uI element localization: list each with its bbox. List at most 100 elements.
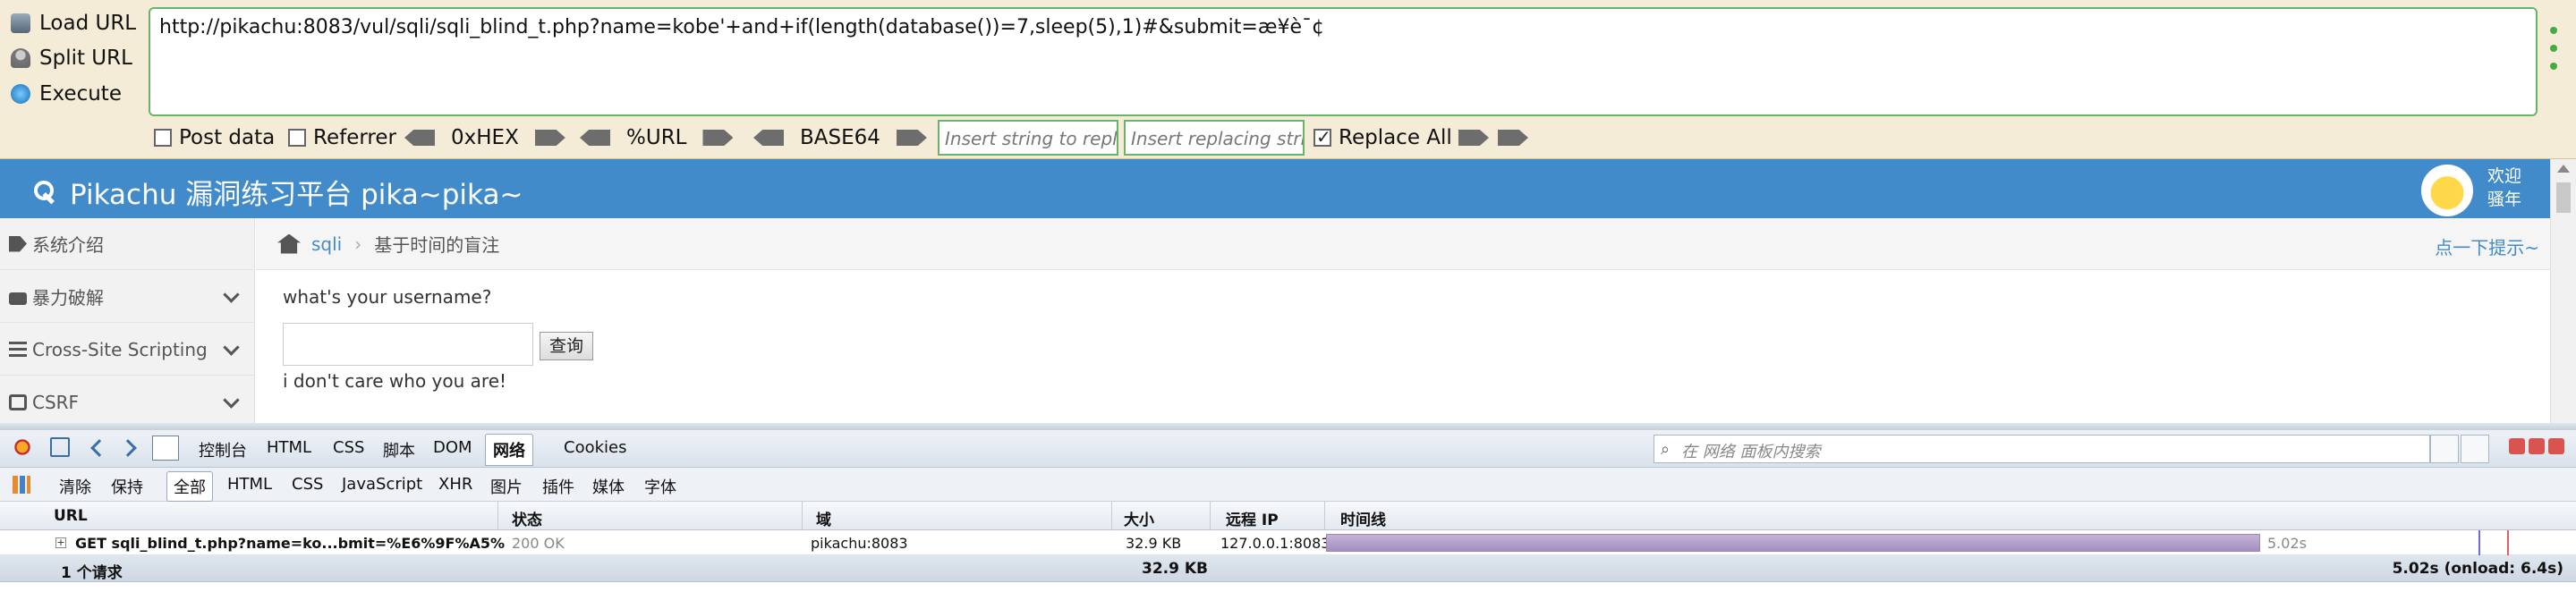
- replace-all-arrow-icon[interactable]: [1498, 130, 1528, 146]
- tab-console[interactable]: 控制台: [199, 438, 247, 461]
- filter-css[interactable]: CSS: [292, 475, 323, 494]
- filter-html[interactable]: HTML: [227, 475, 272, 494]
- base64-decode-arrow-icon[interactable]: [753, 130, 784, 146]
- column-status[interactable]: 状态: [512, 507, 542, 529]
- firebug-net-toolbar: 清除 保持 全部 HTML CSS JavaScript XHR 图片 插件 媒…: [0, 468, 2576, 502]
- split-url-button[interactable]: Split URL: [11, 42, 132, 74]
- filter-xhr[interactable]: XHR: [438, 475, 472, 494]
- close-icon[interactable]: [2548, 438, 2564, 454]
- filter-images[interactable]: 图片: [490, 475, 523, 498]
- post-data-checkbox[interactable]: [154, 129, 172, 147]
- load-url-icon: [11, 13, 30, 33]
- replace-all-checkbox[interactable]: [1314, 126, 1331, 148]
- url-decode-arrow-icon[interactable]: [580, 130, 610, 146]
- filter-plugins[interactable]: 插件: [542, 475, 574, 498]
- expand-row-icon[interactable]: +: [55, 537, 66, 548]
- minimize-icon[interactable]: [2509, 438, 2525, 454]
- replace-all-toggle[interactable]: Replace All: [1314, 122, 1452, 154]
- column-size[interactable]: 大小: [1124, 507, 1154, 529]
- sidebar-item-intro[interactable]: 系统介绍: [0, 218, 255, 270]
- search-next-button[interactable]: [2461, 435, 2489, 463]
- back-arrow-icon[interactable]: [90, 439, 108, 457]
- replacing-string-input[interactable]: Insert replacing string: [1124, 120, 1305, 156]
- devtools-splitter[interactable]: [0, 423, 2576, 430]
- detach-icon[interactable]: [2529, 438, 2545, 454]
- filter-fonts[interactable]: 字体: [644, 475, 676, 498]
- page-scrollbar[interactable]: [2550, 159, 2576, 423]
- query-button[interactable]: 查询: [540, 332, 593, 360]
- base64-label: BASE64: [800, 126, 880, 149]
- welcome-line-2: 骚年: [2487, 190, 2522, 209]
- filter-javascript[interactable]: JavaScript: [342, 475, 422, 494]
- scroll-thumb[interactable]: [2556, 182, 2571, 213]
- load-url-label: Load URL: [39, 12, 137, 35]
- query-result-text: i don't care who you are!: [283, 370, 507, 392]
- referrer-checkbox[interactable]: [288, 129, 306, 147]
- welcome-text[interactable]: 欢迎 骚年: [2487, 165, 2521, 211]
- net-panel-icon[interactable]: [13, 476, 30, 494]
- username-input[interactable]: [283, 323, 533, 366]
- persist-button[interactable]: 保持: [111, 475, 143, 498]
- base64-encoder: BASE64: [753, 122, 927, 154]
- replace-arrow-icon[interactable]: [1458, 130, 1489, 146]
- net-summary-row: 1 个请求 32.9 KB 5.02s (onload: 6.4s): [0, 555, 2576, 582]
- hint-link[interactable]: 点一下提示~: [2435, 233, 2539, 259]
- url-label: %URL: [626, 126, 687, 149]
- column-timeline[interactable]: 时间线: [1340, 507, 1386, 529]
- hex-label: 0xHEX: [451, 126, 519, 149]
- sidebar-item-xss[interactable]: Cross-Site Scripting: [0, 324, 255, 376]
- sidebar-item-csrf[interactable]: CSRF: [0, 376, 255, 428]
- url-encode-arrow-icon[interactable]: [702, 130, 734, 146]
- sidebar-item-label: 暴力破解: [32, 287, 104, 309]
- replace-string-input[interactable]: Insert string to replace: [938, 120, 1118, 156]
- load-url-button[interactable]: Load URL: [11, 7, 136, 39]
- request-url[interactable]: GET sqli_blind_t.php?name=ko...bmit=%E6%…: [75, 535, 505, 552]
- command-line-icon[interactable]: [152, 436, 179, 461]
- timeline-bar[interactable]: [1326, 534, 2260, 552]
- search-icon: ⌕: [1661, 440, 1671, 459]
- hex-encode-arrow-icon[interactable]: [534, 130, 565, 146]
- column-domain[interactable]: 域: [816, 507, 831, 529]
- execute-button[interactable]: Execute: [11, 78, 122, 110]
- referrer-toggle[interactable]: Referrer: [288, 122, 396, 154]
- site-title[interactable]: Pikachu 漏洞练习平台 pika~pika~: [32, 172, 523, 212]
- avatar[interactable]: [2421, 165, 2473, 216]
- home-icon[interactable]: [277, 233, 301, 254]
- url-encoder: %URL: [580, 122, 734, 154]
- key-icon: [32, 179, 59, 206]
- column-url[interactable]: URL: [54, 507, 88, 525]
- firebug-bug-icon[interactable]: [13, 437, 32, 457]
- chevron-down-icon: [223, 339, 240, 356]
- tab-script[interactable]: 脚本: [383, 438, 415, 461]
- sidebar-item-label: Cross-Site Scripting: [32, 338, 208, 360]
- scroll-up-icon[interactable]: [2557, 165, 2570, 173]
- breadcrumb: sqli › 基于时间的盲注 点一下提示~: [256, 218, 2550, 270]
- total-time: 5.02s (onload: 6.4s): [2392, 560, 2563, 578]
- base64-encode-arrow-icon[interactable]: [896, 130, 927, 146]
- filter-all[interactable]: 全部: [166, 471, 213, 502]
- tab-dom[interactable]: DOM: [433, 438, 472, 457]
- search-prev-button[interactable]: [2430, 435, 2459, 463]
- sidebar-item-bruteforce[interactable]: 暴力破解: [0, 271, 255, 323]
- url-textarea[interactable]: http://pikachu:8083/vul/sqli/sqli_blind_…: [149, 7, 2538, 116]
- tab-css[interactable]: CSS: [333, 438, 364, 457]
- sidebar-item-label: 系统介绍: [32, 234, 104, 256]
- inspect-element-icon[interactable]: [50, 437, 70, 457]
- request-time: 5.02s: [2267, 535, 2307, 552]
- forward-arrow-icon[interactable]: [119, 439, 137, 457]
- tab-html[interactable]: HTML: [267, 438, 311, 457]
- hex-decode-arrow-icon[interactable]: [404, 130, 435, 146]
- tab-network[interactable]: 网络: [485, 434, 533, 466]
- site-header: Pikachu 漏洞练习平台 pika~pika~ 欢迎 骚年: [0, 159, 2550, 218]
- welcome-line-1: 欢迎: [2487, 166, 2522, 186]
- dom-loaded-marker: [2478, 530, 2480, 555]
- post-data-toggle[interactable]: Post data: [154, 122, 275, 154]
- clear-button[interactable]: 清除: [59, 475, 91, 498]
- hex-encoder: 0xHEX: [404, 122, 565, 154]
- tab-cookies[interactable]: Cookies: [564, 438, 626, 457]
- panel-search-input[interactable]: 在 网络 面板内搜索: [1654, 435, 2430, 463]
- breadcrumb-separator: ›: [354, 233, 362, 255]
- breadcrumb-section-link[interactable]: sqli: [311, 233, 342, 255]
- column-remote-ip[interactable]: 远程 IP: [1226, 507, 1279, 529]
- filter-media[interactable]: 媒体: [592, 475, 625, 498]
